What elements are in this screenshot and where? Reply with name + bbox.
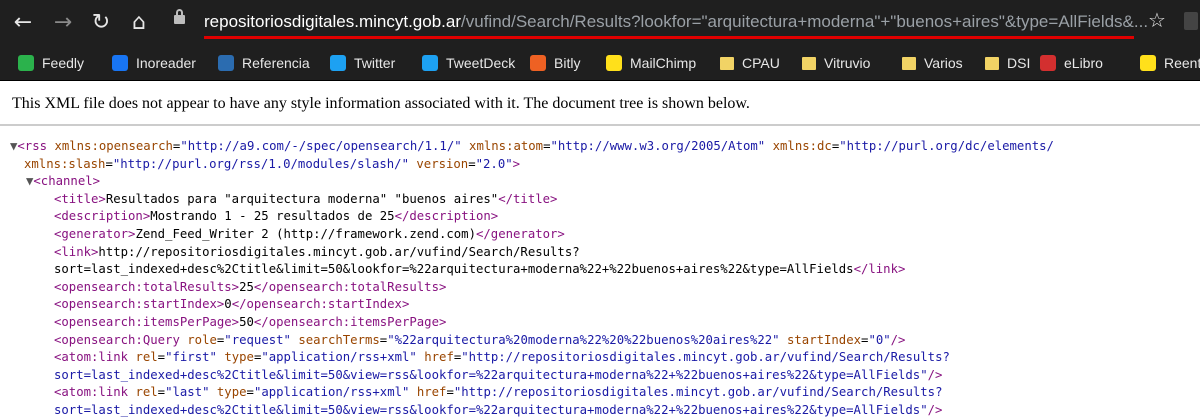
back-arrow-icon[interactable]: ← bbox=[8, 8, 38, 38]
home-icon[interactable]: ⌂ bbox=[124, 8, 154, 38]
folder-icon bbox=[985, 56, 999, 70]
reload-icon[interactable]: ↻ bbox=[86, 8, 116, 38]
referencia-icon bbox=[218, 55, 234, 71]
bookmark-label: Feedly bbox=[42, 55, 85, 71]
bookmark-star-icon[interactable]: ☆ bbox=[1148, 8, 1166, 32]
xml-line-channel: ▼<channel> bbox=[26, 174, 101, 189]
feedly-icon bbox=[18, 55, 34, 71]
xml-line-startindex: <opensearch:startIndex>0</opensearch:sta… bbox=[54, 297, 410, 312]
xml-line-atomlink-last: <atom:link rel="last" type="application/… bbox=[54, 385, 943, 400]
bookmark-referencia[interactable]: Referencia bbox=[218, 52, 310, 74]
bookmark-feedly[interactable]: Feedly bbox=[18, 52, 84, 74]
lock-icon[interactable] bbox=[174, 9, 185, 24]
xml-line-title: <title>Resultados para "arquitectura mod… bbox=[54, 191, 558, 206]
xml-line-link-cont: sort=last_indexed+desc%2Ctitle&limit=50&… bbox=[54, 262, 906, 277]
inoreader-icon bbox=[112, 55, 128, 71]
elibro-icon bbox=[1040, 55, 1056, 71]
xml-line-rss-cont: xmlns:slash="http://purl.org/rss/1.0/mod… bbox=[24, 156, 521, 171]
browser-toolbar: ← → ↻ ⌂ repositoriosdigitales.mincyt.gob… bbox=[0, 0, 1200, 46]
xml-line-link: <link>http://repositoriosdigitales.mincy… bbox=[54, 244, 580, 259]
notice-divider bbox=[0, 124, 1200, 126]
url-path: /vufind/Search/Results?lookfor="arquitec… bbox=[461, 12, 1149, 31]
bookmark-label: Twitter bbox=[354, 55, 396, 71]
xml-line-query: <opensearch:Query role="request" searchT… bbox=[54, 332, 906, 347]
reent-icon bbox=[1140, 55, 1156, 71]
mailchimp-icon bbox=[606, 55, 622, 71]
xml-line-itemsperpage: <opensearch:itemsPerPage>50</opensearch:… bbox=[54, 315, 447, 329]
bookmark-label: DSI bbox=[1007, 55, 1031, 71]
folder-icon bbox=[720, 56, 734, 70]
url-highlight-underline bbox=[204, 36, 1134, 39]
bookmark-label: Inoreader bbox=[136, 55, 196, 71]
tweetdeck-icon bbox=[422, 55, 438, 71]
xml-style-notice: This XML file does not appear to have an… bbox=[12, 95, 750, 112]
xml-line-generator: <generator>Zend_Feed_Writer 2 (http://fr… bbox=[54, 227, 565, 241]
folder-icon bbox=[802, 56, 816, 70]
bookmark-label: eLibro bbox=[1064, 55, 1103, 71]
bookmark-twitter[interactable]: Twitter bbox=[330, 52, 395, 74]
url-text[interactable]: repositoriosdigitales.mincyt.gob.ar/vufi… bbox=[204, 12, 1148, 32]
bookmark-cpau[interactable]: CPAU bbox=[720, 52, 780, 74]
bookmark-label: MailChimp bbox=[630, 55, 697, 71]
twitter-icon bbox=[330, 55, 346, 71]
bookmark-label: Varios bbox=[924, 55, 963, 71]
bookmark-label: Bitly bbox=[554, 55, 581, 71]
bookmark-vitruvio[interactable]: Vitruvio bbox=[802, 52, 870, 74]
bookmark-tweetdeck[interactable]: TweetDeck bbox=[422, 52, 515, 74]
forward-arrow-icon[interactable]: → bbox=[48, 8, 78, 38]
bookmark-label: CPAU bbox=[742, 55, 780, 71]
bookmark-reent[interactable]: Reent bbox=[1140, 52, 1200, 74]
bookmark-elibro[interactable]: eLibro bbox=[1040, 52, 1103, 74]
bookmark-label: Referencia bbox=[242, 55, 310, 71]
bookmark-bitly[interactable]: Bitly bbox=[530, 52, 580, 74]
xml-line-totalresults: <opensearch:totalResults>25</opensearch:… bbox=[54, 279, 447, 294]
bookmark-label: Reent bbox=[1164, 55, 1200, 71]
xml-line-description: <description>Mostrando 1 - 25 resultados… bbox=[54, 209, 499, 224]
bookmark-dsi[interactable]: DSI bbox=[985, 52, 1030, 74]
xml-line-atomlink-first-cont: sort=last_indexed+desc%2Ctitle&limit=50&… bbox=[54, 367, 943, 382]
bookmark-varios[interactable]: Varios bbox=[902, 52, 963, 74]
bitly-icon bbox=[530, 55, 546, 71]
xml-line-atomlink-first: <atom:link rel="first" type="application… bbox=[54, 350, 950, 365]
address-bar[interactable]: repositoriosdigitales.mincyt.gob.ar/vufi… bbox=[160, 8, 1160, 39]
bookmark-label: Vitruvio bbox=[824, 55, 871, 71]
folder-icon bbox=[902, 56, 916, 70]
bookmark-label: TweetDeck bbox=[446, 55, 516, 71]
bookmark-mailchimp[interactable]: MailChimp bbox=[606, 52, 696, 74]
bookmarks-bar: Feedly Inoreader Referencia Twitter TweetDec… bbox=[0, 46, 1200, 81]
xml-line-rss: ▼<rss xmlns:opensearch="http://a9.com/-/… bbox=[10, 139, 1054, 153]
extension-icon[interactable] bbox=[1184, 12, 1198, 30]
bookmark-inoreader[interactable]: Inoreader bbox=[112, 52, 196, 74]
url-host: repositoriosdigitales.mincyt.gob.ar bbox=[204, 12, 462, 31]
